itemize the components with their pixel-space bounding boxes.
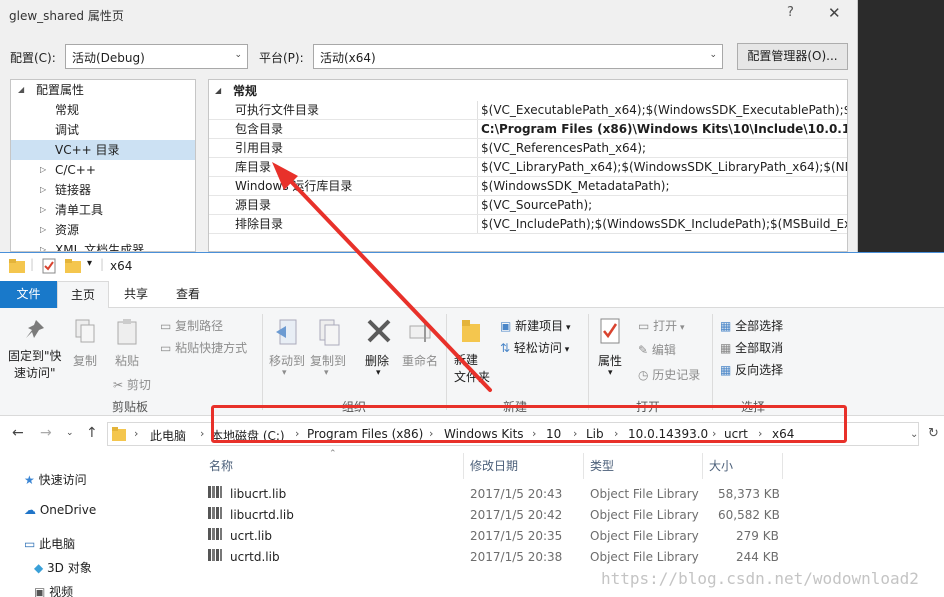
- annotation-arrow: [272, 162, 492, 392]
- watermark: https://blog.csdn.net/wodownload2: [601, 569, 919, 588]
- arrow-shaft: [280, 170, 492, 392]
